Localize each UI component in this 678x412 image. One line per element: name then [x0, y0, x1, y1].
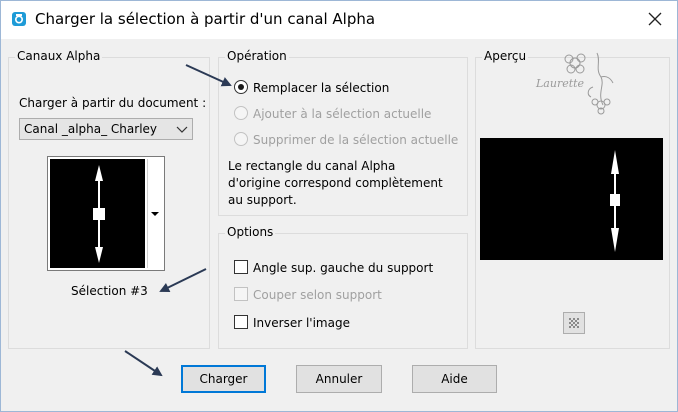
- thumbnail-dropdown-button[interactable]: [147, 159, 163, 268]
- top-left-corner-checkbox[interactable]: [234, 260, 248, 274]
- alpha-channel-thumbnail: [50, 159, 145, 268]
- invert-image-checkbox[interactable]: [234, 315, 248, 329]
- arrow-to-load-button: [124, 350, 163, 377]
- replace-selection-radio[interactable]: [234, 80, 248, 94]
- operation-description: Le rectangle du canal Alpha d'origine co…: [228, 159, 443, 207]
- crop-to-canvas-label[interactable]: Couper selon support: [253, 288, 382, 302]
- document-select-value: Canal _alpha_ Charley: [24, 122, 158, 136]
- add-to-selection-radio[interactable]: [234, 106, 248, 120]
- dialog-window: Charger la sélection à partir d'un canal…: [0, 0, 678, 412]
- preview-selection-shape-icon: [610, 150, 620, 252]
- invert-image-label[interactable]: Inverser l'image: [253, 316, 350, 330]
- close-icon[interactable]: [647, 11, 663, 27]
- subtract-from-selection-radio[interactable]: [234, 132, 248, 146]
- document-select[interactable]: Canal _alpha_ Charley: [19, 118, 193, 140]
- subtract-from-selection-label[interactable]: Supprimer de la sélection actuelle: [253, 133, 458, 147]
- top-left-corner-label[interactable]: Angle sup. gauche du support: [253, 261, 433, 275]
- window-title: Charger la sélection à partir d'un canal…: [35, 10, 376, 28]
- watermark-text: Laurette: [536, 77, 585, 90]
- load-button[interactable]: Charger: [181, 365, 266, 393]
- chevron-down-icon: [176, 126, 188, 133]
- operation-group-label: Opération: [225, 49, 289, 63]
- checkerboard-icon: [569, 318, 579, 328]
- load-from-document-label: Charger à partir du document :: [19, 96, 207, 110]
- crop-to-canvas-checkbox[interactable]: [234, 287, 248, 301]
- app-icon: [12, 12, 26, 26]
- replace-selection-label[interactable]: Remplacer la sélection: [253, 81, 389, 95]
- alpha-channels-group-label: Canaux Alpha: [15, 49, 103, 63]
- preview-zoom-button[interactable]: [563, 312, 585, 334]
- title-bar: Charger la sélection à partir d'un canal…: [1, 1, 677, 39]
- radio-selected-dot: [238, 84, 244, 90]
- caret-down-icon: [151, 212, 159, 216]
- help-button[interactable]: Aide: [412, 365, 497, 393]
- selection-name: Sélection #3: [71, 284, 148, 298]
- cancel-button[interactable]: Annuler: [296, 365, 382, 393]
- alpha-channel-thumbnail-picker[interactable]: [47, 156, 165, 271]
- selection-shape-icon: [93, 165, 105, 263]
- add-to-selection-label[interactable]: Ajouter à la sélection actuelle: [253, 107, 431, 121]
- options-group-label: Options: [225, 225, 276, 239]
- preview-group-label: Aperçu: [482, 49, 529, 63]
- selection-preview: [480, 138, 663, 260]
